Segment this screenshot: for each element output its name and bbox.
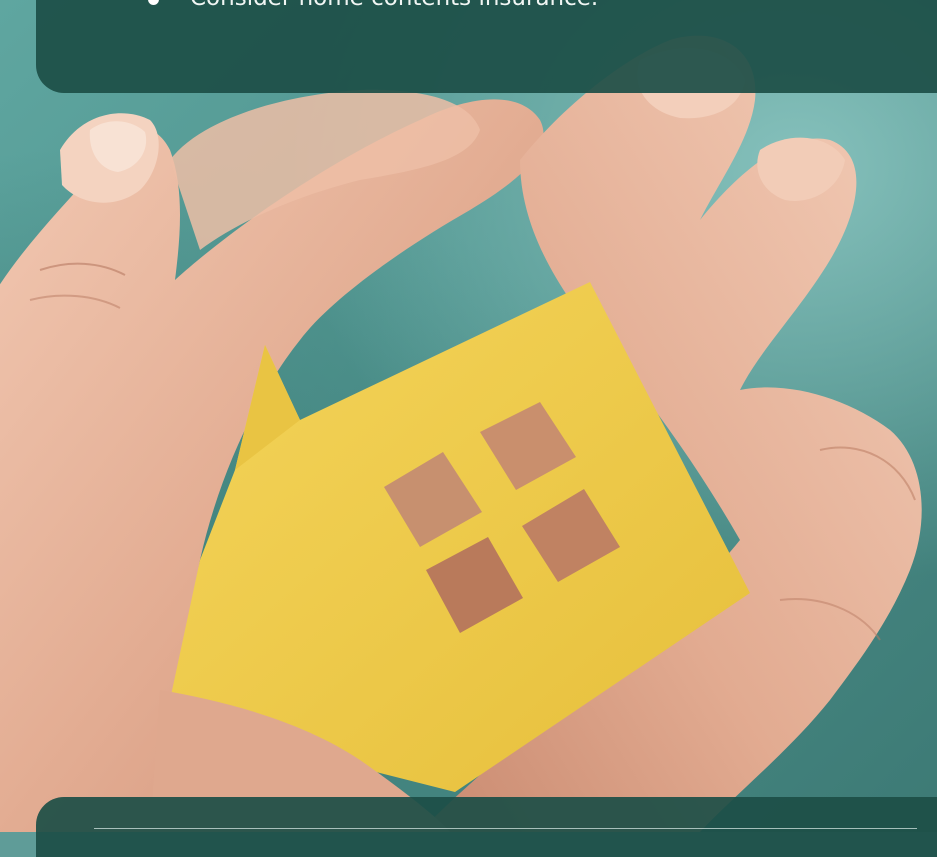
info-panel-bottom xyxy=(36,797,937,857)
hands-holding-house-illustration xyxy=(0,35,922,832)
bullet-list: Consider home contents insurance. xyxy=(148,0,917,28)
divider xyxy=(94,828,917,829)
photo-background xyxy=(0,0,937,832)
bullet-dot xyxy=(148,0,159,5)
bullet-text: Consider home contents insurance. xyxy=(190,0,598,11)
list-item: Consider home contents insurance. xyxy=(148,0,917,12)
info-panel-top: Consider home contents insurance. xyxy=(36,0,937,93)
